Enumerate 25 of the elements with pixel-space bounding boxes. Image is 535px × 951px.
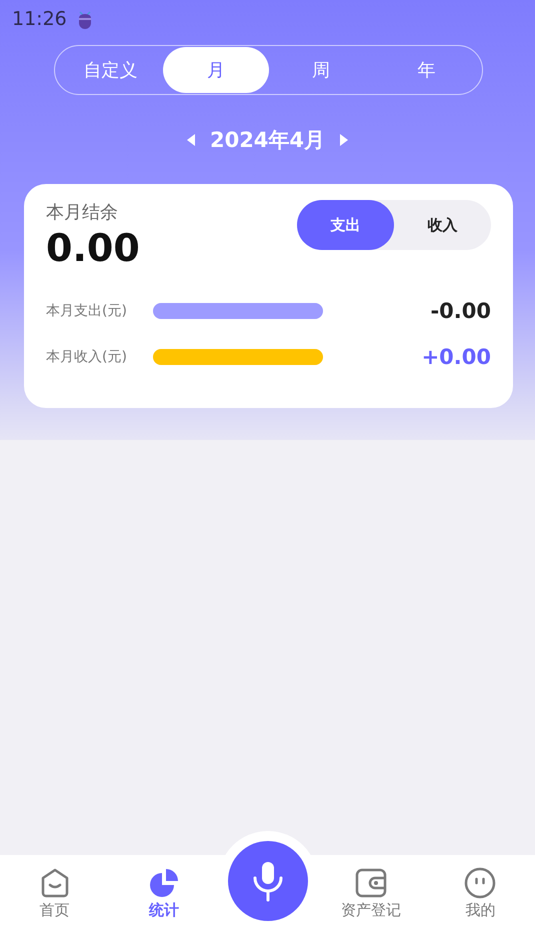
- period-tab[interactable]: 自定义: [58, 47, 164, 93]
- nav-tab[interactable]: 资产登记: [316, 855, 426, 921]
- period-tab[interactable]: 月: [163, 47, 268, 93]
- row-label: 本月收入(元): [46, 348, 128, 366]
- row-label: 本月支出(元): [46, 302, 128, 320]
- balance-amount: 0.00: [46, 226, 140, 270]
- wallet-icon: [354, 867, 387, 899]
- pie-chart-icon: [148, 867, 180, 899]
- period-tab[interactable]: 年: [374, 47, 479, 93]
- nav-tab[interactable]: 首页: [0, 855, 110, 921]
- bug-icon: [76, 9, 93, 29]
- next-icon[interactable]: [339, 133, 350, 147]
- period-tab[interactable]: 周: [268, 47, 374, 93]
- type-tab[interactable]: 收入: [394, 200, 491, 250]
- status-time: 11:26: [12, 8, 67, 30]
- nav-tab[interactable]: 统计: [109, 855, 219, 921]
- nav-tab[interactable]: 我的: [426, 855, 535, 921]
- row-amount: -0.00: [430, 299, 491, 323]
- row-amount: +0.00: [422, 345, 491, 369]
- balance-label: 本月结余: [46, 201, 119, 224]
- type-tab[interactable]: 支出: [297, 200, 394, 250]
- microphone-icon: [250, 860, 285, 902]
- smiley-icon: [464, 867, 496, 899]
- previous-icon[interactable]: [186, 133, 196, 147]
- period-label: 2024年4月: [210, 127, 326, 154]
